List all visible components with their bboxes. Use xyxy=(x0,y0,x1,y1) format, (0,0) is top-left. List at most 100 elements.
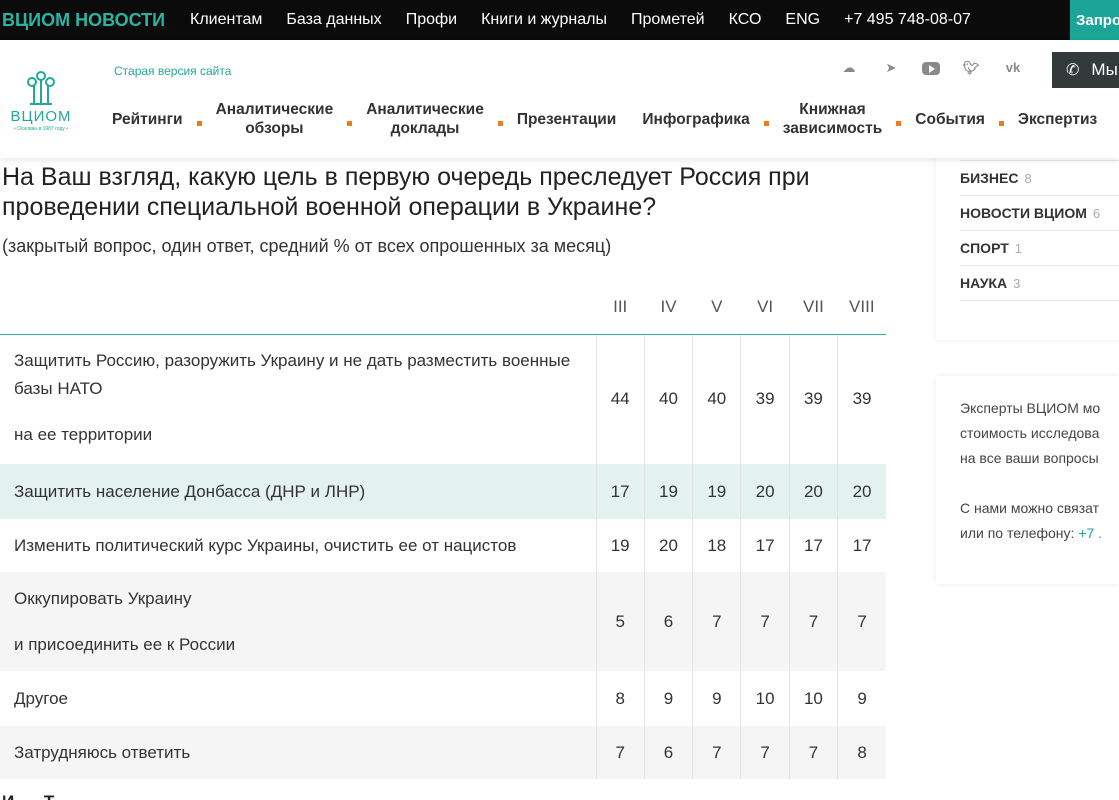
contact-phone-line: или по телефону: +7 . xyxy=(960,525,1103,541)
social-links: ☁ ➤ 🐦︎ vk xyxy=(838,60,1044,76)
top-nav-prometheus[interactable]: Прометей xyxy=(631,11,705,29)
tree-logo-icon xyxy=(27,71,55,105)
row-label: Изменить политический курс Украины, очис… xyxy=(14,535,517,555)
top-nav-books[interactable]: Книги и журналы xyxy=(481,11,607,29)
table-cell: 17 xyxy=(788,519,838,572)
phone-icon: ✆ xyxy=(1066,62,1080,79)
logo[interactable]: ВЦИОМ • Основан в 1987 году • xyxy=(0,70,82,138)
row-label: Другое xyxy=(14,688,69,708)
request-button[interactable]: Запрос xyxy=(1070,0,1119,40)
table-header-month: VIII xyxy=(837,280,886,335)
table-cell: 8 xyxy=(837,726,886,779)
table-row: Защитить Россию, разоружить Украину и не… xyxy=(0,334,886,464)
contact-text: на все ваши вопросы xyxy=(960,450,1099,466)
table-cell: 6 xyxy=(643,726,693,779)
table-header-month: VI xyxy=(740,280,790,335)
table-cell: 19 xyxy=(643,464,693,519)
top-nav-clients[interactable]: Клиентам xyxy=(190,11,262,29)
table-cell: 17 xyxy=(837,519,886,572)
table-cell: 10 xyxy=(740,671,790,726)
sidebar-item-science[interactable]: НАУКА 3 xyxy=(960,265,1119,300)
table-cell: 18 xyxy=(692,519,741,572)
table-row: Затрудняюсь ответить 7 6 7 7 7 8 xyxy=(0,726,886,779)
top-nav-kso[interactable]: КСО xyxy=(729,11,762,29)
article-title: На Ваш взгляд, какую цель в первую очере… xyxy=(2,163,810,221)
table-header-label xyxy=(0,280,597,335)
table-cell: 7 xyxy=(595,726,645,779)
table-cell: 9 xyxy=(837,671,886,726)
nav-separator xyxy=(196,120,202,126)
sidebar-item-news[interactable]: НОВОСТИ ВЦИОМ 6 xyxy=(960,195,1119,230)
top-nav-eng[interactable]: ENG xyxy=(785,11,820,29)
top-phone-link[interactable]: +7 495 748-08-07 xyxy=(844,11,971,29)
table-cell: 20 xyxy=(740,464,790,519)
contact-text: С нами можно связат xyxy=(960,500,1100,516)
table-header-month: VII xyxy=(789,280,838,335)
soundcloud-icon[interactable]: ☁ xyxy=(838,60,860,76)
table-header-month: IV xyxy=(644,280,693,335)
table-cell: 17 xyxy=(740,519,790,572)
contact-text: Эксперты ВЦИОМ мо xyxy=(960,400,1101,416)
nav-separator xyxy=(998,120,1004,126)
twitter-icon[interactable]: 🐦︎ xyxy=(960,60,982,76)
nav-analytic-reports[interactable]: Аналитические доклады xyxy=(366,100,484,138)
call-button-label: Мы xyxy=(1091,60,1118,79)
nav-book-addiction[interactable]: Книжная зависимость xyxy=(783,100,883,138)
main-nav: Рейтинги Аналитические обзоры Аналитическ… xyxy=(112,98,1097,140)
table-row: Защитить население Донбасса (ДНР и ЛНР) … xyxy=(0,464,886,519)
nav-separator xyxy=(347,120,353,126)
site-header: ВЦИОМ • Основан в 1987 году • Старая вер… xyxy=(0,40,1119,158)
top-nav-profi[interactable]: Профи xyxy=(406,11,457,29)
table-cell: 40 xyxy=(643,334,693,464)
table-cell: 7 xyxy=(692,572,741,671)
table-row: Оккупировать Украину и присоединить ее к … xyxy=(0,572,886,671)
top-nav-database[interactable]: База данных xyxy=(286,11,381,29)
table-cell: 7 xyxy=(788,572,838,671)
youtube-icon[interactable] xyxy=(922,61,940,75)
poll-results-table: III IV V VI VII VIII Защитить Россию, ра… xyxy=(0,280,886,779)
table-cell: 7 xyxy=(740,572,790,671)
logo-subtitle: • Основан в 1987 году • xyxy=(13,126,69,132)
table-cell: 20 xyxy=(643,519,693,572)
nav-separator xyxy=(497,120,503,126)
nav-separator xyxy=(763,120,769,126)
nav-separator xyxy=(896,120,902,126)
table-cell: 8 xyxy=(595,671,645,726)
sidebar-contact: Эксперты ВЦИОМ мо стоимость исследова на… xyxy=(936,376,1119,584)
brand-link[interactable]: ВЦИОМ НОВОСТИ xyxy=(0,10,190,31)
sidebar-item-business[interactable]: БИЗНЕС 8 xyxy=(960,160,1119,195)
table-cell: 39 xyxy=(788,334,838,464)
table-cell: 7 xyxy=(692,726,741,779)
nav-expertise[interactable]: Экспертиз xyxy=(1018,110,1097,129)
table-cell: 19 xyxy=(692,464,741,519)
call-button[interactable]: ✆ Мы xyxy=(1052,52,1119,88)
vk-icon[interactable]: vk xyxy=(1002,60,1024,76)
nav-presentations[interactable]: Презентации xyxy=(517,110,617,129)
nav-events[interactable]: События xyxy=(915,110,985,129)
table-cell: 7 xyxy=(740,726,790,779)
nav-analytic-reviews[interactable]: Аналитические обзоры xyxy=(216,100,334,138)
table-header-row: III IV V VI VII VIII xyxy=(0,280,886,335)
table-cell: 39 xyxy=(740,334,790,464)
table-cell: 5 xyxy=(595,572,645,671)
table-cell: 9 xyxy=(643,671,693,726)
table-cell: 39 xyxy=(837,334,886,464)
nav-ratings[interactable]: Рейтинги xyxy=(112,110,183,129)
sidebar-item-sport[interactable]: СПОРТ 1 xyxy=(960,230,1119,265)
old-site-link[interactable]: Старая версия сайта xyxy=(114,64,231,78)
top-bar: ВЦИОМ НОВОСТИ Клиентам База данных Профи… xyxy=(0,0,1119,40)
row-label: Защитить население Донбасса (ДНР и ЛНР) xyxy=(0,464,597,519)
nav-infographics[interactable]: Инфографика xyxy=(642,110,749,129)
table-cell: 40 xyxy=(692,334,741,464)
table-cell: 17 xyxy=(595,464,645,519)
article-text-cutoff: И ... Т xyxy=(2,792,55,800)
table-cell: 7 xyxy=(837,572,886,671)
table-header-month: V xyxy=(692,280,741,335)
telegram-icon[interactable]: ➤ xyxy=(880,60,902,76)
contact-phone-link[interactable]: +7 . xyxy=(1078,525,1102,541)
table-header-month: III xyxy=(596,280,645,335)
table-cell: 20 xyxy=(788,464,838,519)
article-subtitle: (закрытый вопрос, один ответ, средний % … xyxy=(2,236,612,256)
row-label: Оккупировать Украину и присоединить ее к … xyxy=(0,572,597,671)
table-cell: 44 xyxy=(595,334,645,464)
